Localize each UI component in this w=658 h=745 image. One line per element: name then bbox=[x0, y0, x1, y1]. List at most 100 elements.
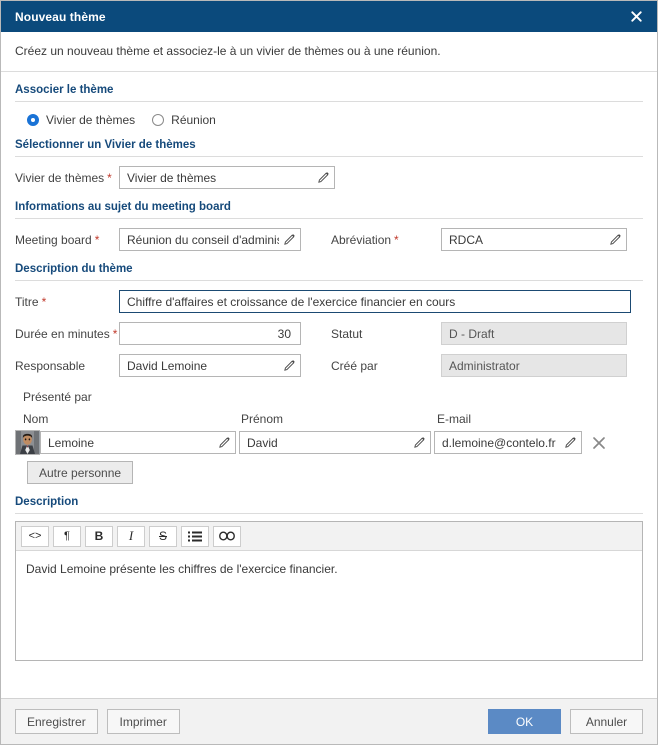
statut-field: D - Draft bbox=[441, 322, 627, 345]
paragraph-icon[interactable]: ¶ bbox=[53, 525, 81, 547]
associate-radio-group: Vivier de thèmes Réunion bbox=[1, 113, 657, 127]
abreviation-input[interactable]: RDCA bbox=[441, 228, 627, 251]
strikethrough-icon[interactable]: S bbox=[149, 525, 177, 547]
required-marker: * bbox=[107, 170, 112, 185]
print-button[interactable]: Imprimer bbox=[106, 709, 180, 734]
save-button[interactable]: Enregistrer bbox=[15, 709, 98, 734]
section-divider bbox=[15, 280, 643, 281]
duree-en-minutes-input[interactable]: 30 bbox=[119, 322, 301, 345]
presented-by-title-wrap: Présenté par bbox=[1, 377, 657, 404]
delete-icon[interactable] bbox=[591, 435, 607, 451]
ok-button[interactable]: OK bbox=[488, 709, 561, 734]
row-titre: Titre * Chiffre d'affaires et croissance … bbox=[1, 290, 657, 313]
avatar bbox=[15, 430, 40, 455]
section-title-meeting-board: Informations au sujet du meeting board bbox=[15, 201, 231, 213]
responsable-value: David Lemoine bbox=[127, 358, 208, 373]
bullet-list-icon[interactable] bbox=[181, 525, 209, 547]
dialog-footer: Enregistrer Imprimer OK Annuler bbox=[1, 698, 657, 744]
required-marker: * bbox=[112, 326, 118, 341]
radio-option-reunion[interactable]: Réunion bbox=[152, 113, 224, 127]
cancel-button[interactable]: Annuler bbox=[570, 709, 643, 734]
cree-par-value: Administrator bbox=[449, 358, 520, 373]
edit-pencil-icon[interactable] bbox=[317, 171, 330, 184]
dialog-title: Nouveau thème bbox=[15, 9, 106, 24]
bold-icon[interactable]: B bbox=[85, 525, 113, 547]
radio-reunion-label: Réunion bbox=[171, 113, 216, 127]
dialog-body: Associer le thème Vivier de thèmes Réuni… bbox=[1, 72, 657, 698]
label-statut: Statut bbox=[331, 327, 441, 341]
radio-vivier-label: Vivier de thèmes bbox=[46, 113, 136, 127]
edit-pencil-icon[interactable] bbox=[218, 436, 231, 449]
cree-par-field: Administrator bbox=[441, 354, 627, 377]
editor-toolbar: <> ¶ B I S bbox=[16, 522, 642, 551]
column-header-email: E-mail bbox=[437, 412, 472, 426]
presenter-prenom-value: David bbox=[247, 435, 278, 450]
column-header-prenom: Prénom bbox=[241, 412, 284, 426]
label-duree-text: Durée en minutes bbox=[15, 326, 110, 341]
label-vivier-text: Vivier de thèmes bbox=[15, 170, 105, 185]
label-titre: Titre * bbox=[15, 295, 119, 309]
section-title-theme-description: Description du thème bbox=[15, 263, 133, 275]
label-titre-text: Titre bbox=[15, 294, 39, 309]
edit-pencil-icon[interactable] bbox=[564, 436, 577, 449]
required-marker: * bbox=[394, 232, 399, 247]
presenter-nom-value: Lemoine bbox=[48, 435, 95, 450]
link-icon[interactable] bbox=[213, 525, 241, 547]
description-text[interactable]: David Lemoine présente les chiffres de l… bbox=[16, 551, 642, 660]
source-code-icon[interactable]: <> bbox=[21, 525, 49, 547]
presenter-email-value: d.lemoine@contelo.fr bbox=[442, 435, 556, 450]
meeting-board-value: Réunion du conseil d'administra bbox=[127, 232, 279, 247]
new-theme-dialog: Nouveau thème Créez un nouveau thème et … bbox=[0, 0, 658, 745]
presenter-nom-input[interactable]: Lemoine bbox=[40, 431, 236, 454]
presenter-prenom-input[interactable]: David bbox=[239, 431, 431, 454]
section-divider bbox=[15, 101, 643, 102]
section-title-associate: Associer le thème bbox=[15, 84, 114, 96]
row-responsable-cree-par: Responsable David Lemoine Créé par Admin… bbox=[1, 354, 657, 377]
edit-pencil-icon[interactable] bbox=[283, 233, 296, 246]
section-divider bbox=[15, 218, 643, 219]
required-marker: * bbox=[41, 294, 47, 309]
duree-en-minutes-value: 30 bbox=[277, 326, 291, 341]
radio-vivier-icon[interactable] bbox=[27, 114, 39, 126]
label-cree-par: Créé par bbox=[331, 359, 441, 373]
section-divider bbox=[15, 156, 643, 157]
label-duree: Durée en minutes * bbox=[15, 327, 119, 341]
label-meeting-board: Meeting board * bbox=[15, 233, 119, 247]
description-editor[interactable]: <> ¶ B I S David Lemoine présente les ch… bbox=[15, 521, 643, 661]
row-duree-statut: Durée en minutes * 30 Statut D - Draft bbox=[1, 322, 657, 345]
presenter-table-header: Nom Prénom E-mail bbox=[1, 412, 657, 426]
row-vivier: Vivier de thèmes * Vivier de thèmes bbox=[1, 166, 657, 189]
radio-reunion-icon[interactable] bbox=[152, 114, 165, 126]
table-row: Lemoine David d.lemoine@contelo.fr bbox=[1, 430, 657, 455]
label-statut-text: Statut bbox=[331, 326, 363, 341]
label-meeting-board-text: Meeting board bbox=[15, 232, 92, 247]
section-title-select-pool: Sélectionner un Vivier de thèmes bbox=[15, 139, 196, 151]
abreviation-value: RDCA bbox=[449, 232, 484, 247]
section-divider bbox=[15, 513, 643, 514]
radio-option-vivier[interactable]: Vivier de thèmes bbox=[27, 113, 143, 127]
dialog-titlebar: Nouveau thème bbox=[1, 1, 657, 32]
edit-pencil-icon[interactable] bbox=[283, 359, 296, 372]
titre-value: Chiffre d'affaires et croissance de l'ex… bbox=[127, 294, 456, 309]
presented-by-title: Présenté par bbox=[23, 390, 92, 404]
statut-value: D - Draft bbox=[449, 326, 495, 341]
presenter-email-input[interactable]: d.lemoine@contelo.fr bbox=[434, 431, 582, 454]
edit-pencil-icon[interactable] bbox=[609, 233, 622, 246]
row-meeting-board: Meeting board * Réunion du conseil d'admi… bbox=[1, 228, 657, 251]
label-abreviation: Abréviation * bbox=[331, 233, 441, 247]
italic-icon[interactable]: I bbox=[117, 525, 145, 547]
add-person-wrap: Autre personne bbox=[1, 455, 657, 484]
titre-input[interactable]: Chiffre d'affaires et croissance de l'ex… bbox=[119, 290, 631, 313]
label-vivier: Vivier de thèmes * bbox=[15, 171, 119, 185]
responsable-input[interactable]: David Lemoine bbox=[119, 354, 301, 377]
meeting-board-input[interactable]: Réunion du conseil d'administra bbox=[119, 228, 301, 251]
vivier-de-themes-value: Vivier de thèmes bbox=[127, 170, 217, 185]
label-responsable: Responsable bbox=[15, 359, 119, 373]
add-person-button[interactable]: Autre personne bbox=[27, 461, 134, 484]
column-header-nom: Nom bbox=[23, 412, 49, 426]
label-cree-par-text: Créé par bbox=[331, 358, 378, 373]
label-responsable-text: Responsable bbox=[15, 358, 86, 373]
vivier-de-themes-input[interactable]: Vivier de thèmes bbox=[119, 166, 335, 189]
edit-pencil-icon[interactable] bbox=[413, 436, 426, 449]
close-icon[interactable] bbox=[627, 8, 645, 26]
